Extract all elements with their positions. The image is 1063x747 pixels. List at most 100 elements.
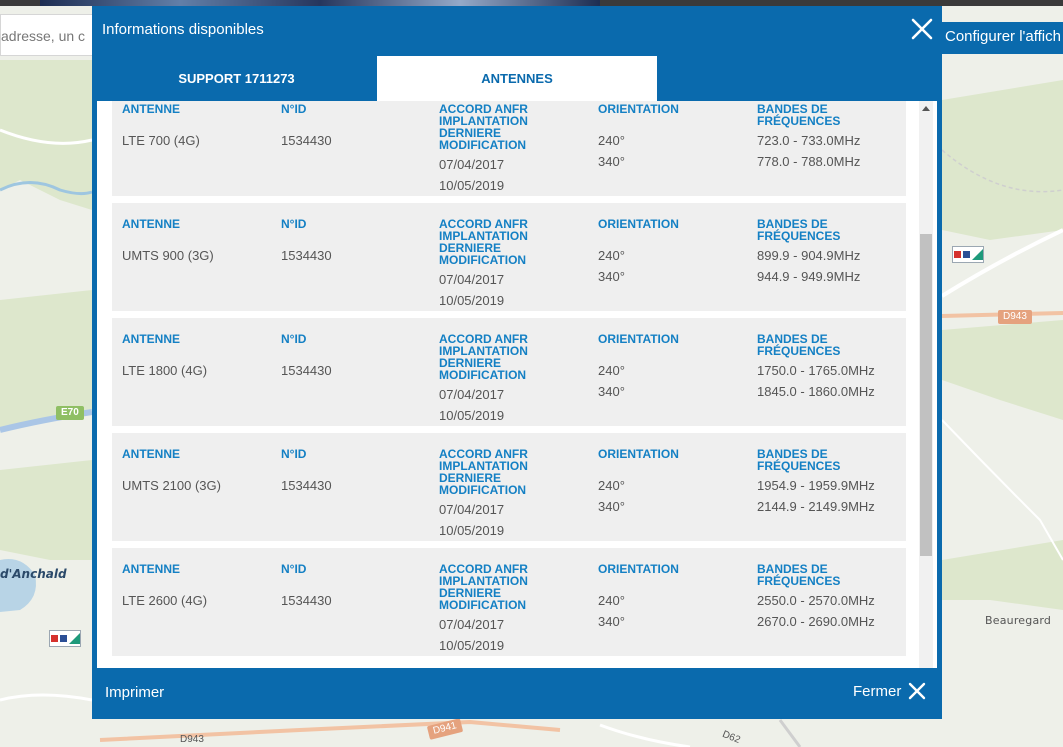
orientation-value: 240°	[598, 248, 625, 263]
info-dialog: Informations disponibles SUPPORT 1711273…	[92, 6, 942, 719]
modification-date: 10/05/2019	[439, 408, 505, 423]
antenna-header: ANTENNE	[122, 562, 181, 576]
id-column: N°ID 1534430	[281, 563, 332, 608]
orientation-column: ORIENTATION 240° 340°	[598, 447, 679, 514]
tab-support[interactable]: SUPPORT 1711273	[96, 56, 377, 101]
id-column: N°ID 1534430	[281, 332, 332, 378]
address-search-input[interactable]: adresse, un c	[0, 14, 96, 56]
antenna-id: 1534430	[281, 593, 332, 608]
frequency-header: BANDES DE FRÉQUENCES	[757, 332, 841, 358]
orientation-value: 340°	[598, 154, 625, 169]
antenna-name: LTE 700 (4G)	[122, 133, 200, 148]
road-badge-d943: D943	[998, 310, 1032, 324]
accord-header: ACCORD ANFR IMPLANTATION DERNIERE MODIFI…	[439, 562, 528, 612]
id-header: N°ID	[281, 332, 307, 346]
antenna-name: LTE 2600 (4G)	[122, 593, 208, 608]
antenna-column: ANTENNE LTE 2600 (4G)	[122, 562, 207, 608]
frequency-band: 899.9 - 904.9MHz	[757, 248, 861, 263]
dialog-tabs: SUPPORT 1711273 ANTENNES	[96, 56, 938, 101]
frequency-band: 723.0 - 733.0MHz	[757, 133, 861, 148]
antenna-id: 1534430	[281, 248, 332, 263]
dialog-title: Informations disponibles	[102, 21, 264, 38]
frequency-column: BANDES DE FRÉQUENCES 1750.0 - 1765.0MHz …	[757, 332, 875, 399]
antenna-id: 1534430	[281, 133, 332, 148]
close-icon	[909, 682, 926, 700]
accord-header: ACCORD ANFR IMPLANTATION DERNIERE MODIFI…	[439, 102, 528, 152]
accord-column: ACCORD ANFR IMPLANTATION DERNIERE MODIFI…	[439, 102, 549, 193]
frequency-band: 1954.9 - 1959.9MHz	[757, 478, 875, 493]
tab-antennes[interactable]: ANTENNES	[377, 56, 657, 101]
antenna-column: ANTENNE LTE 700 (4G)	[122, 102, 200, 148]
frequency-band: 1750.0 - 1765.0MHz	[757, 363, 875, 378]
search-placeholder: adresse, un c	[1, 28, 86, 44]
orientation-column: ORIENTATION 240° 340°	[598, 562, 679, 629]
dialog-header: Informations disponibles	[92, 6, 942, 50]
close-icon[interactable]	[910, 17, 934, 41]
antenna-id: 1534430	[281, 478, 332, 493]
frequency-column: BANDES DE FRÉQUENCES 2550.0 - 2570.0MHz …	[757, 563, 875, 629]
antenna-card: ANTENNE UMTS 2100 (3G) N°ID 1534430 ACCO…	[112, 433, 906, 541]
operator-green-icon	[971, 249, 983, 260]
antenna-name: LTE 1800 (4G)	[122, 363, 208, 378]
antenna-header: ANTENNE	[122, 217, 181, 231]
frequency-column: BANDES DE FRÉQUENCES 899.9 - 904.9MHz 94…	[757, 217, 860, 284]
configure-display-button[interactable]: Configurer l'affich	[940, 22, 1063, 54]
frequency-column: BANDES DE FRÉQUENCES 1954.9 - 1959.9MHz …	[757, 447, 875, 514]
antenna-column: ANTENNE UMTS 900 (3G)	[122, 217, 214, 263]
antenna-site-icon[interactable]	[49, 630, 81, 647]
antenna-header: ANTENNE	[122, 332, 181, 346]
accord-date: 07/04/2017	[439, 387, 505, 402]
modification-date: 10/05/2019	[439, 638, 505, 653]
id-column: N°ID 1534430	[281, 218, 332, 263]
frequency-band: 944.9 - 949.9MHz	[757, 269, 861, 284]
scroll-up-arrow-icon[interactable]	[922, 106, 930, 111]
accord-date: 07/04/2017	[439, 272, 505, 287]
accord-header: ACCORD ANFR IMPLANTATION DERNIERE MODIFI…	[439, 332, 528, 382]
antenna-column: ANTENNE UMTS 2100 (3G)	[122, 447, 221, 493]
modification-date: 10/05/2019	[439, 178, 505, 193]
frequency-band: 2550.0 - 2570.0MHz	[757, 593, 875, 608]
map-label-anchald: d'Anchald	[0, 567, 67, 581]
antenna-site-icon[interactable]	[952, 246, 984, 263]
dialog-footer	[92, 668, 942, 719]
frequency-header: BANDES DE FRÉQUENCES	[757, 447, 841, 473]
close-button-label: Fermer	[853, 682, 902, 700]
accord-column: ACCORD ANFR IMPLANTATION DERNIERE MODIFI…	[439, 218, 549, 308]
configure-label: Configurer l'affich	[945, 28, 1061, 45]
id-header: N°ID	[281, 102, 307, 116]
scroll-thumb[interactable]	[920, 234, 932, 556]
orientation-header: ORIENTATION	[598, 332, 679, 346]
modification-date: 10/05/2019	[439, 523, 505, 538]
close-button[interactable]: Fermer	[853, 681, 927, 701]
operator-blue-icon	[59, 635, 67, 642]
id-header: N°ID	[281, 447, 307, 461]
id-column: N°ID 1534430	[281, 447, 332, 493]
orientation-value: 240°	[598, 133, 625, 148]
frequency-header: BANDES DE FRÉQUENCES	[757, 217, 841, 243]
orientation-value: 340°	[598, 499, 625, 514]
antenna-header: ANTENNE	[122, 447, 181, 461]
antenna-header: ANTENNE	[122, 102, 181, 116]
print-button[interactable]: Imprimer	[105, 684, 164, 701]
antenna-list-panel[interactable]: ANTENNE LTE 700 (4G) N°ID 1534430 ACCORD…	[97, 101, 937, 668]
orientation-header: ORIENTATION	[598, 217, 679, 231]
orientation-value: 340°	[598, 269, 625, 284]
operator-blue-icon	[962, 251, 970, 258]
accord-date: 07/04/2017	[439, 157, 505, 172]
map-label-beauregard: Beauregard	[985, 614, 1052, 627]
accord-column: ACCORD ANFR IMPLANTATION DERNIERE MODIFI…	[439, 332, 549, 423]
antenna-list: ANTENNE LTE 700 (4G) N°ID 1534430 ACCORD…	[112, 101, 906, 663]
frequency-column: BANDES DE FRÉQUENCES 723.0 - 733.0MHz 77…	[757, 102, 860, 169]
frequency-band: 1845.0 - 1860.0MHz	[757, 384, 875, 399]
frequency-header: BANDES DE FRÉQUENCES	[757, 102, 841, 128]
orientation-header: ORIENTATION	[598, 562, 679, 576]
frequency-band: 2670.0 - 2690.0MHz	[757, 614, 875, 629]
scrollbar[interactable]	[919, 101, 933, 668]
accord-header: ACCORD ANFR IMPLANTATION DERNIERE MODIFI…	[439, 447, 528, 497]
antenna-column: ANTENNE LTE 1800 (4G)	[122, 332, 207, 378]
antenna-id: 1534430	[281, 363, 332, 378]
orientation-header: ORIENTATION	[598, 447, 679, 461]
orientation-value: 340°	[598, 614, 625, 629]
orientation-value: 240°	[598, 478, 625, 493]
orientation-value: 340°	[598, 384, 625, 399]
